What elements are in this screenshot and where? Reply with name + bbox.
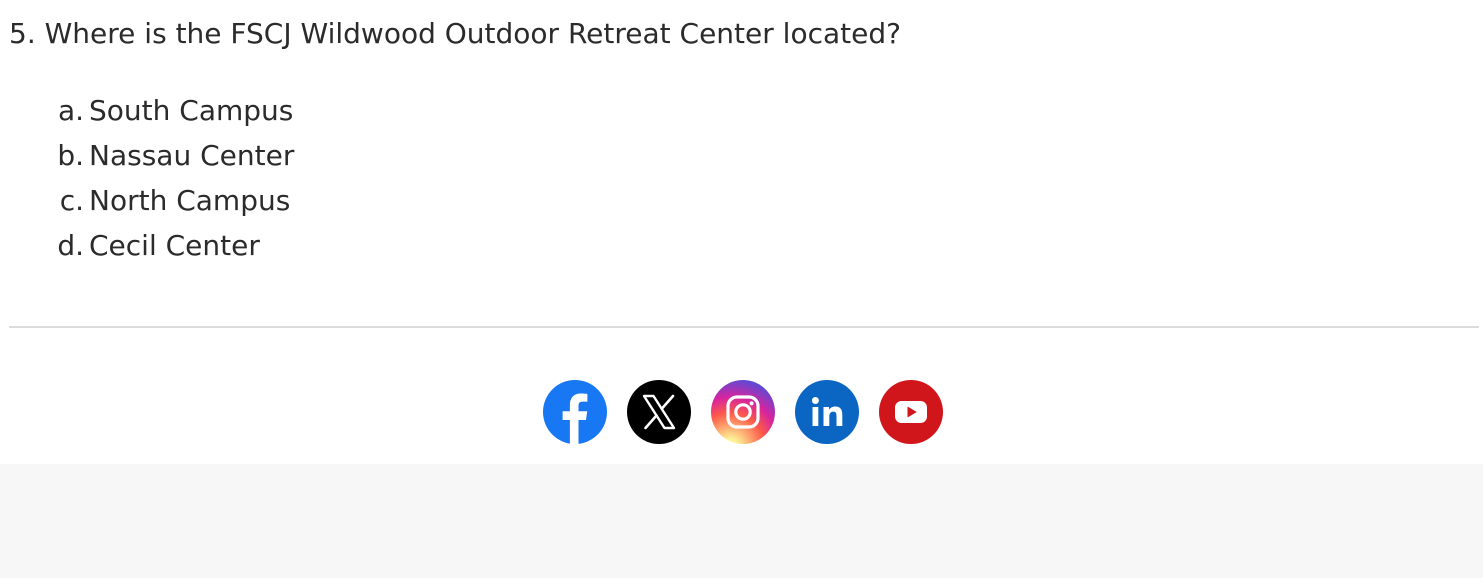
page: 5. Where is the FSCJ Wildwood Outdoor Re… (0, 0, 1483, 578)
option-marker: d. (57, 229, 84, 262)
divider (9, 326, 1479, 328)
footer-band (0, 464, 1483, 578)
linkedin-link[interactable] (795, 380, 859, 444)
social-links (543, 380, 943, 444)
x-icon (627, 380, 691, 444)
linkedin-icon (795, 380, 859, 444)
question-text: 5. Where is the FSCJ Wildwood Outdoor Re… (9, 17, 901, 50)
x-link[interactable] (627, 380, 691, 444)
option-marker: a. (57, 94, 84, 127)
option-text: Nassau Center (89, 139, 295, 172)
option-text: Cecil Center (89, 229, 260, 262)
facebook-icon (543, 380, 607, 444)
option-text: North Campus (89, 184, 291, 217)
youtube-icon (879, 380, 943, 444)
option-marker: c. (59, 184, 84, 217)
youtube-link[interactable] (879, 380, 943, 444)
facebook-link[interactable] (543, 380, 607, 444)
option-text: South Campus (89, 94, 294, 127)
instagram-icon (711, 380, 775, 444)
option-marker: b. (57, 139, 84, 172)
instagram-link[interactable] (711, 380, 775, 444)
